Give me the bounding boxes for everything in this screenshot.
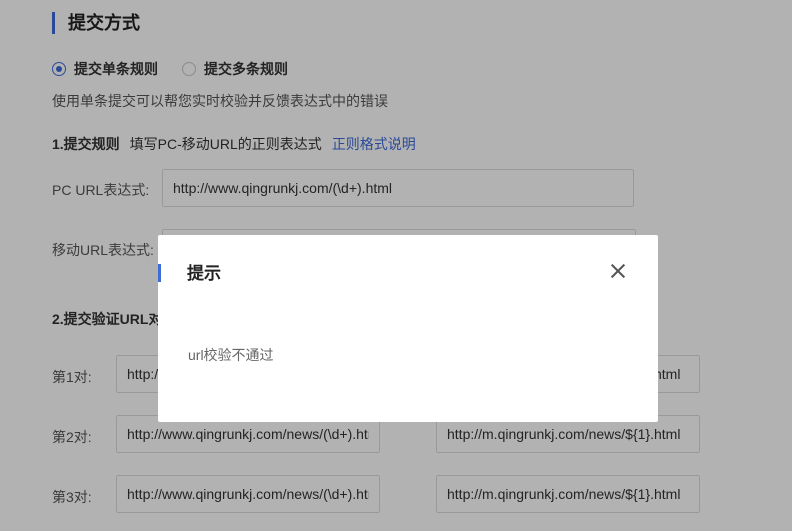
alert-dialog: 提示 url校验不通过 bbox=[158, 235, 658, 422]
dialog-message: url校验不通过 bbox=[188, 347, 274, 363]
close-icon[interactable] bbox=[610, 263, 626, 279]
dialog-title: 提示 bbox=[158, 264, 221, 283]
